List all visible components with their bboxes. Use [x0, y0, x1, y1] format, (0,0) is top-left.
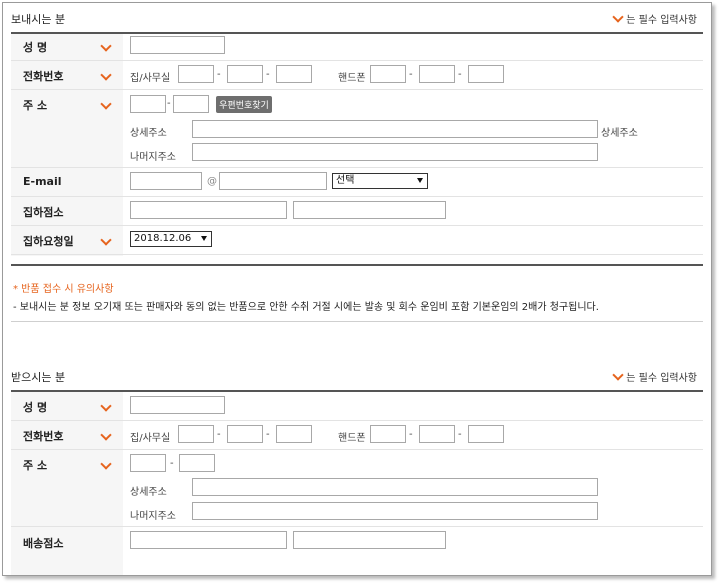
sender-home-phone-3[interactable]: [276, 65, 312, 83]
sender-email-id-input[interactable]: [130, 172, 202, 190]
dropdown-arrow-icon: [417, 178, 423, 183]
sender-phone-label: 전화번호: [23, 70, 64, 83]
sender-email-label: E-mail: [23, 175, 62, 188]
delivery-point-label: 배송점소: [23, 537, 64, 550]
dash: -: [409, 69, 413, 80]
dash: -: [217, 429, 221, 440]
receiver-rest-address-input[interactable]: [192, 502, 598, 520]
dash: -: [217, 69, 221, 80]
sender-home-phone-2[interactable]: [227, 65, 263, 83]
sender-section-title: 보내시는 분: [11, 13, 66, 26]
email-domain-select-value: 선택: [336, 175, 355, 186]
required-chevron-icon: [101, 462, 111, 470]
dash: -: [409, 429, 413, 440]
required-note: 는 필수 입력사항: [613, 369, 697, 384]
sender-rest-address-input[interactable]: [192, 143, 598, 161]
receiver-phone-label: 전화번호: [23, 430, 64, 443]
chevron-down-icon: [613, 373, 623, 381]
zip-search-button[interactable]: 우편번호찾기: [216, 96, 272, 113]
pickup-point-input-2[interactable]: [293, 201, 446, 219]
receiver-home-phone-1[interactable]: [178, 425, 214, 443]
receiver-mobile-2[interactable]: [419, 425, 455, 443]
row-divider: [11, 89, 703, 90]
return-form: 보내시는 분 는 필수 입력사항 성 명 전화번호 집/사무실 - - 핸드폰 …: [2, 2, 712, 576]
required-note-text: 는 필수 입력사항: [626, 15, 697, 26]
required-note-text: 는 필수 입력사항: [626, 373, 697, 384]
sender-email-domain-input[interactable]: [219, 172, 327, 190]
receiver-zip-2[interactable]: [179, 454, 215, 472]
row-divider: [11, 196, 703, 197]
required-chevron-icon: [101, 404, 111, 412]
detail-address-label: 상세주소: [130, 128, 167, 139]
detail-address-label: 상세주소: [130, 487, 167, 498]
mobile-phone-label: 핸드폰: [338, 73, 366, 84]
row-divider: [11, 420, 703, 421]
receiver-mobile-1[interactable]: [370, 425, 406, 443]
notice-divider: [11, 321, 703, 322]
sender-mobile-1[interactable]: [370, 65, 406, 83]
receiver-mobile-3[interactable]: [468, 425, 504, 443]
required-note: 는 필수 입력사항: [613, 11, 697, 26]
notice-title: * 반품 접수 시 유의사항: [13, 284, 114, 295]
sender-home-phone-1[interactable]: [178, 65, 214, 83]
receiver-home-phone-3[interactable]: [276, 425, 312, 443]
at-sign: @: [207, 176, 217, 187]
email-domain-select[interactable]: 선택: [332, 173, 428, 189]
sender-name-input[interactable]: [130, 36, 225, 54]
notice-body: - 보내시는 분 정보 오기재 또는 판매자와 동의 없는 반품으로 안한 수취…: [13, 302, 599, 313]
sender-address-label: 주 소: [23, 99, 48, 112]
pickup-date-select[interactable]: 2018.12.06: [130, 231, 212, 247]
dash: -: [167, 98, 171, 109]
sender-zip-2[interactable]: [173, 95, 209, 113]
delivery-point-input-2[interactable]: [293, 531, 446, 549]
row-divider: [11, 167, 703, 168]
required-chevron-icon: [101, 238, 111, 246]
sender-name-label: 성 명: [23, 41, 48, 54]
row-divider: [11, 60, 703, 61]
section-divider: [11, 264, 703, 266]
dash: -: [170, 458, 174, 469]
sender-zip-1[interactable]: [130, 95, 166, 113]
receiver-name-label: 성 명: [23, 401, 48, 414]
row-divider: [11, 225, 703, 226]
home-phone-label: 집/사무실: [130, 433, 171, 444]
chevron-down-icon: [613, 15, 623, 23]
required-chevron-icon: [101, 73, 111, 81]
receiver-section-title: 받으시는 분: [11, 371, 66, 384]
sender-mobile-2[interactable]: [419, 65, 455, 83]
rest-address-label: 나머지주소: [130, 511, 176, 522]
mobile-phone-label: 핸드폰: [338, 433, 366, 444]
receiver-address-label: 주 소: [23, 459, 48, 472]
pickup-point-input-1[interactable]: [130, 201, 287, 219]
dropdown-arrow-icon: [201, 236, 207, 241]
row-divider: [11, 254, 703, 255]
dash: -: [458, 429, 462, 440]
row-divider: [11, 526, 703, 527]
receiver-detail-address-input[interactable]: [192, 478, 598, 496]
receiver-name-input[interactable]: [130, 396, 225, 414]
pickup-point-label: 집하점소: [23, 206, 64, 219]
pickup-date-value: 2018.12.06: [134, 233, 192, 244]
sender-mobile-3[interactable]: [468, 65, 504, 83]
row-divider: [11, 449, 703, 450]
dash: -: [266, 69, 270, 80]
dash: -: [266, 429, 270, 440]
receiver-zip-1[interactable]: [130, 454, 166, 472]
rest-address-label: 나머지주소: [130, 152, 176, 163]
detail-address-suffix: 상세주소: [601, 128, 638, 139]
required-chevron-icon: [101, 102, 111, 110]
required-chevron-icon: [101, 433, 111, 441]
sender-detail-address-input[interactable]: [192, 120, 598, 138]
required-chevron-icon: [101, 44, 111, 52]
dash: -: [458, 69, 462, 80]
delivery-point-input-1[interactable]: [130, 531, 287, 549]
pickup-date-label: 집하요청일: [23, 235, 74, 248]
home-phone-label: 집/사무실: [130, 73, 171, 84]
receiver-home-phone-2[interactable]: [227, 425, 263, 443]
